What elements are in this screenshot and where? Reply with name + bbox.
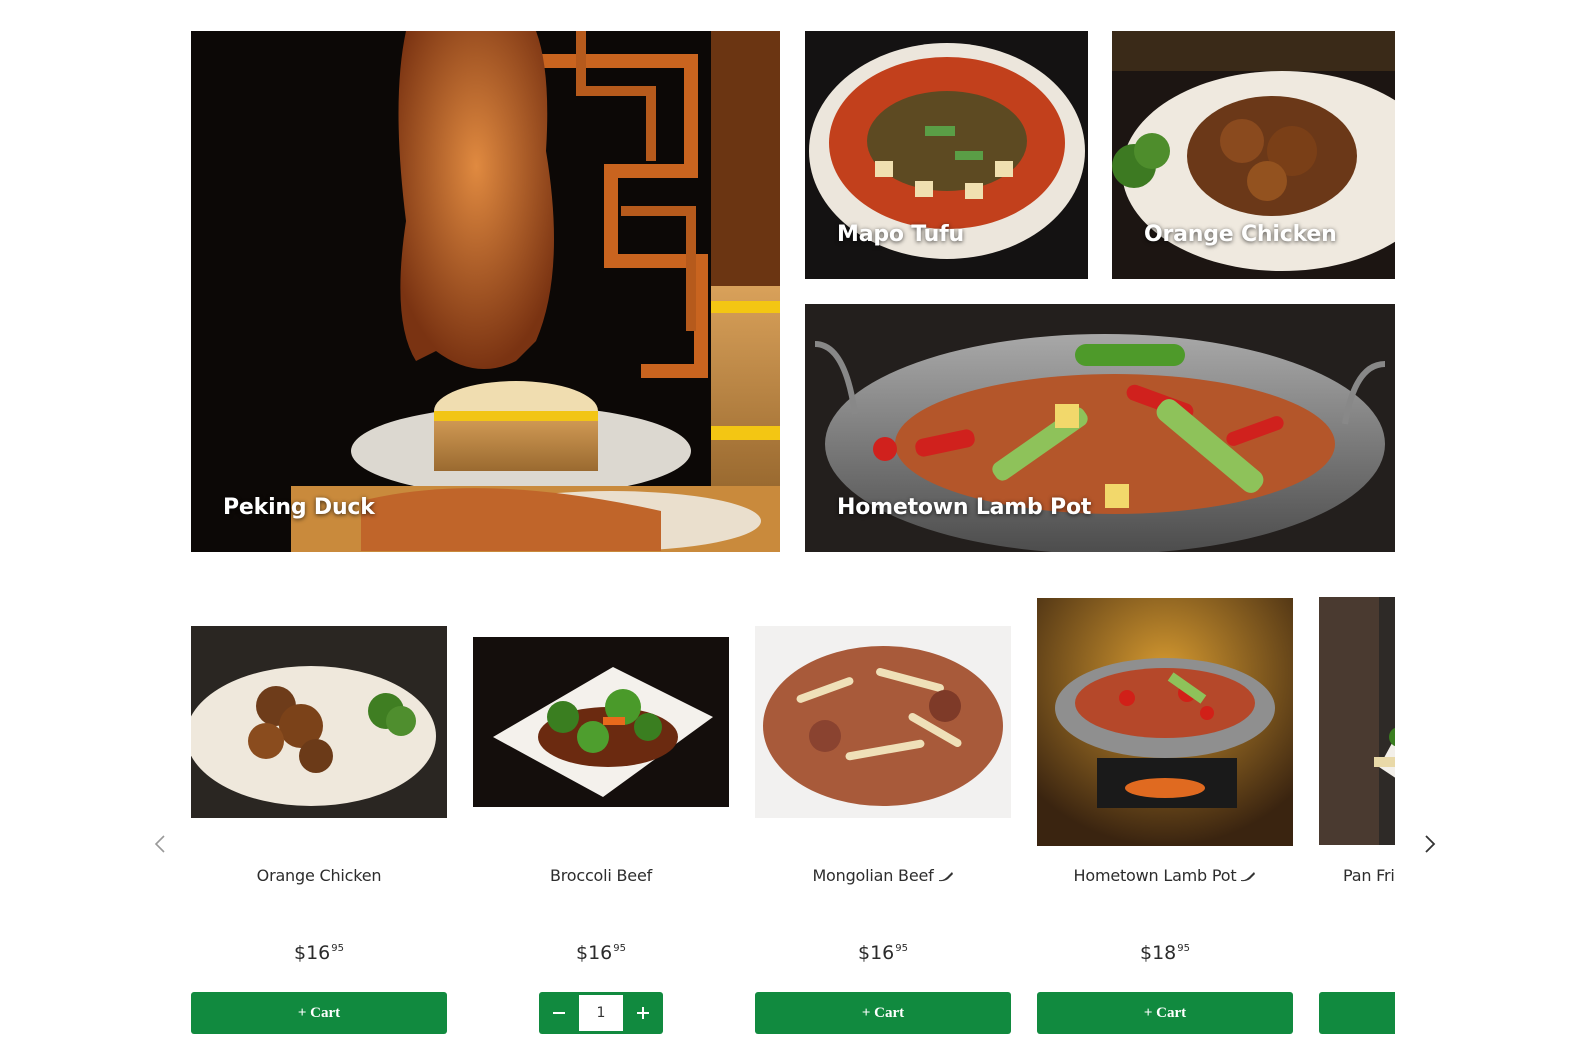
featured-peking-duck[interactable]: Peking Duck	[191, 31, 780, 552]
carousel-prev-button[interactable]	[150, 834, 170, 854]
product-price: $1695	[858, 942, 908, 964]
carousel-next-button[interactable]	[1420, 834, 1440, 854]
product-name[interactable]: Orange Chicken	[191, 866, 447, 885]
product-price: $1895	[1140, 942, 1190, 964]
plus-icon	[637, 1007, 649, 1019]
product-price: $1695	[294, 942, 344, 964]
quantity-stepper	[539, 992, 663, 1034]
product-image[interactable]	[755, 626, 1011, 818]
product-card: Orange Chicken $1695 + Cart	[191, 596, 447, 1044]
add-to-cart-button[interactable]: + Cart	[191, 992, 447, 1034]
quantity-input[interactable]	[579, 995, 623, 1031]
minus-icon	[553, 1012, 565, 1014]
add-to-cart-button[interactable]: + Cart	[755, 992, 1011, 1034]
featured-mapo-tufu[interactable]: Mapo Tufu	[805, 31, 1088, 279]
peking-duck-image	[191, 31, 780, 552]
product-image[interactable]	[1037, 598, 1293, 846]
product-name[interactable]: Mongolian Beef	[755, 866, 1011, 885]
featured-label: Orange Chicken	[1144, 222, 1337, 247]
increase-quantity-button[interactable]	[623, 992, 663, 1034]
decrease-quantity-button[interactable]	[539, 992, 579, 1034]
chevron-left-icon	[154, 835, 165, 853]
chili-pepper-icon	[1241, 872, 1256, 882]
featured-label: Peking Duck	[223, 495, 375, 520]
product-image[interactable]	[191, 626, 447, 818]
featured-hometown-lamb-pot[interactable]: Hometown Lamb Pot	[805, 304, 1395, 552]
add-to-cart-button[interactable]	[1319, 992, 1395, 1034]
product-card: Hometown Lamb Pot $1895 + Cart	[1037, 596, 1293, 1044]
add-to-cart-button[interactable]: + Cart	[1037, 992, 1293, 1034]
product-name[interactable]: Broccoli Beef	[473, 866, 729, 885]
product-card: Pan Frie	[1319, 596, 1395, 1044]
featured-label: Hometown Lamb Pot	[837, 495, 1092, 520]
product-image[interactable]	[473, 637, 729, 807]
product-carousel: Orange Chicken $1695 + Cart Broccoli Bee…	[191, 596, 1395, 1044]
featured-orange-chicken[interactable]: Orange Chicken	[1112, 31, 1395, 279]
featured-label: Mapo Tufu	[837, 222, 964, 247]
product-image[interactable]	[1319, 597, 1395, 845]
chili-pepper-icon	[938, 872, 953, 882]
product-name[interactable]: Pan Frie	[1343, 866, 1395, 885]
product-card: Mongolian Beef $1695 + Cart	[755, 596, 1011, 1044]
product-card: Broccoli Beef $1695	[473, 596, 729, 1044]
product-price: $1695	[576, 942, 626, 964]
chevron-right-icon	[1425, 835, 1436, 853]
product-name[interactable]: Hometown Lamb Pot	[1037, 866, 1293, 885]
